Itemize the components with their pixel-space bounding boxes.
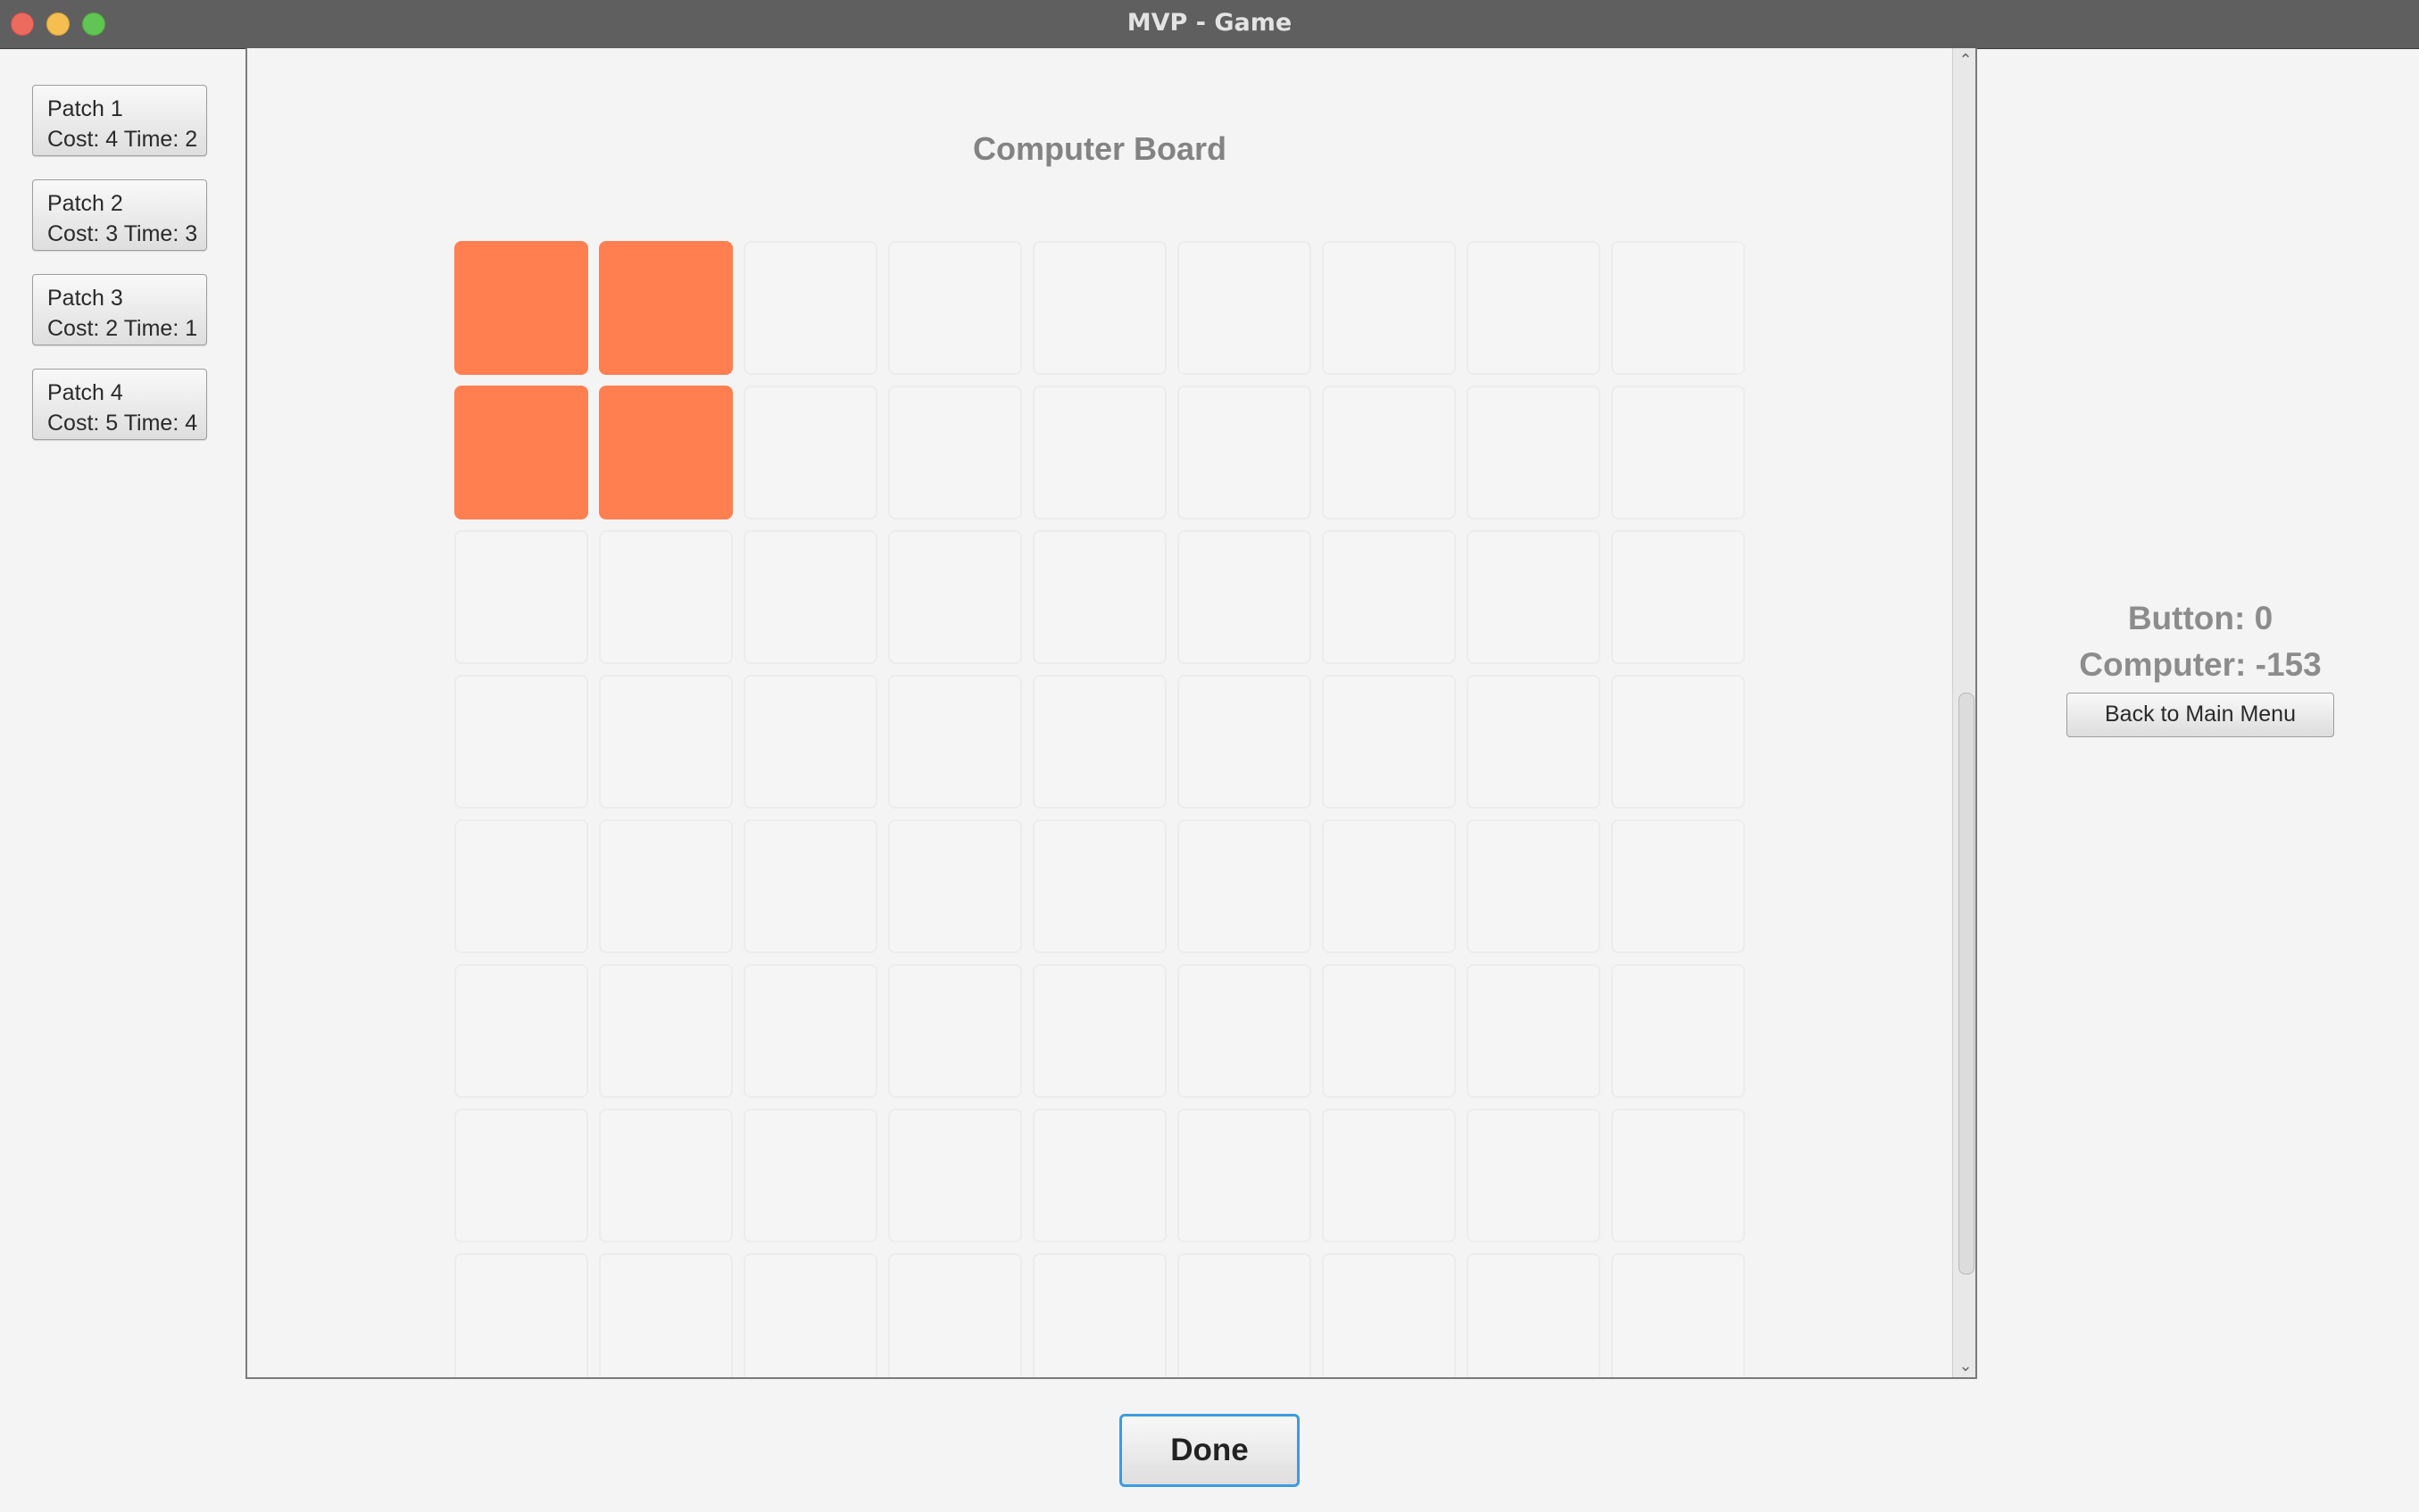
board-cell[interactable]: [1033, 1253, 1167, 1377]
board-cell[interactable]: [1033, 1109, 1167, 1242]
board-cell[interactable]: [888, 386, 1022, 519]
board-cell[interactable]: [744, 530, 877, 664]
patch-name: Patch 3: [47, 286, 123, 311]
patch-info: Cost: 3 Time: 3: [47, 221, 198, 246]
board-cell[interactable]: [1467, 819, 1600, 953]
board-cell[interactable]: [1033, 530, 1167, 664]
patch-4-button[interactable]: Patch 4 Cost: 5 Time: 4: [32, 369, 207, 440]
board-cell[interactable]: [744, 964, 877, 1098]
scroll-up-arrow-icon[interactable]: ⌃: [1953, 48, 1975, 71]
board-cell[interactable]: [744, 386, 877, 519]
board-cell[interactable]: [1611, 241, 1745, 375]
board-cell[interactable]: [599, 1109, 733, 1242]
scroll-down-arrow-icon[interactable]: ⌄: [1953, 1354, 1975, 1377]
board-cell[interactable]: [1322, 1109, 1456, 1242]
board-cell[interactable]: [1177, 386, 1311, 519]
board-cell[interactable]: [1611, 530, 1745, 664]
title-bar: MVP - Game: [0, 0, 2419, 49]
board-cell[interactable]: [1611, 819, 1745, 953]
board-cell[interactable]: [1467, 1109, 1600, 1242]
board-cell[interactable]: [1177, 819, 1311, 953]
board-cell[interactable]: [1322, 964, 1456, 1098]
board-cell[interactable]: [1467, 530, 1600, 664]
board-cell[interactable]: [1467, 386, 1600, 519]
board-cell[interactable]: [1322, 241, 1456, 375]
board-cell[interactable]: [744, 819, 877, 953]
board-cell[interactable]: [1322, 1253, 1456, 1377]
board-cell[interactable]: [1177, 675, 1311, 809]
board-cell[interactable]: [1033, 241, 1167, 375]
patch-name: Patch 1: [47, 96, 123, 121]
board-cell-filled[interactable]: [599, 241, 733, 375]
board-cell[interactable]: [599, 530, 733, 664]
board-cell[interactable]: [454, 530, 588, 664]
board-cell[interactable]: [1467, 964, 1600, 1098]
board-cell[interactable]: [888, 1253, 1022, 1377]
board-cell[interactable]: [1611, 1253, 1745, 1377]
patch-3-button[interactable]: Patch 3 Cost: 2 Time: 1: [32, 274, 207, 345]
board-cell[interactable]: [454, 819, 588, 953]
board-cell[interactable]: [599, 1253, 733, 1377]
computer-score: Computer: -153: [2079, 646, 2322, 683]
board-cell[interactable]: [1033, 964, 1167, 1098]
board-cell[interactable]: [1033, 819, 1167, 953]
vertical-scrollbar[interactable]: ⌃ ⌄: [1952, 48, 1975, 1377]
board-cell[interactable]: [744, 241, 877, 375]
board-title: Computer Board: [972, 130, 1226, 167]
done-button[interactable]: Done: [1119, 1414, 1300, 1487]
patch-info: Cost: 2 Time: 1: [47, 316, 198, 341]
patch-name: Patch 4: [47, 380, 123, 405]
patch-name: Patch 2: [47, 191, 123, 216]
board-cell[interactable]: [1177, 530, 1311, 664]
button-score: Button: 0: [2127, 600, 2274, 636]
patch-info: Cost: 5 Time: 4: [47, 411, 198, 436]
board-cell[interactable]: [888, 964, 1022, 1098]
board-scroll-panel[interactable]: Computer Board ⌃ ⌄: [245, 48, 1977, 1379]
board-cell[interactable]: [1033, 675, 1167, 809]
board-cell[interactable]: [1611, 386, 1745, 519]
board-cell[interactable]: [1322, 530, 1456, 664]
board-cell[interactable]: [1033, 386, 1167, 519]
board-cell[interactable]: [1177, 964, 1311, 1098]
board-cell[interactable]: [454, 964, 588, 1098]
board-cell[interactable]: [1322, 675, 1456, 809]
board-cell[interactable]: [1611, 1109, 1745, 1242]
board-cell-filled[interactable]: [599, 386, 733, 519]
board-cell[interactable]: [599, 675, 733, 809]
board-cell[interactable]: [888, 241, 1022, 375]
board-cell[interactable]: [1177, 1253, 1311, 1377]
board-cell[interactable]: [1322, 819, 1456, 953]
board-cell[interactable]: [599, 819, 733, 953]
board-cell[interactable]: [744, 1253, 877, 1377]
board-cell[interactable]: [888, 530, 1022, 664]
board-cell[interactable]: [1467, 1253, 1600, 1377]
board-cell[interactable]: [1611, 675, 1745, 809]
board-cell[interactable]: [1177, 241, 1311, 375]
board-cell[interactable]: [1611, 964, 1745, 1098]
board-cell[interactable]: [1177, 1109, 1311, 1242]
board-cell[interactable]: [744, 675, 877, 809]
window-title: MVP - Game: [1126, 9, 1293, 37]
board-cell[interactable]: [454, 1109, 588, 1242]
board-cell[interactable]: [599, 964, 733, 1098]
board-cell[interactable]: [744, 1109, 877, 1242]
board-cell[interactable]: [454, 675, 588, 809]
board-cell[interactable]: [888, 675, 1022, 809]
board-cell[interactable]: [888, 1109, 1022, 1242]
scrollbar-thumb[interactable]: [1958, 693, 1974, 1275]
board-cell[interactable]: [454, 1253, 588, 1377]
patch-2-button[interactable]: Patch 2 Cost: 3 Time: 3: [32, 179, 207, 251]
patch-info: Cost: 4 Time: 2: [47, 127, 198, 152]
board-cell[interactable]: [1322, 386, 1456, 519]
back-to-main-menu-button[interactable]: Back to Main Menu: [2066, 693, 2334, 737]
board-cell[interactable]: [1467, 675, 1600, 809]
patch-1-button[interactable]: Patch 1 Cost: 4 Time: 2: [32, 85, 207, 156]
board-cell[interactable]: [888, 819, 1022, 953]
board-cell-filled[interactable]: [454, 241, 588, 375]
board-cell-filled[interactable]: [454, 386, 588, 519]
board-cell[interactable]: [1467, 241, 1600, 375]
